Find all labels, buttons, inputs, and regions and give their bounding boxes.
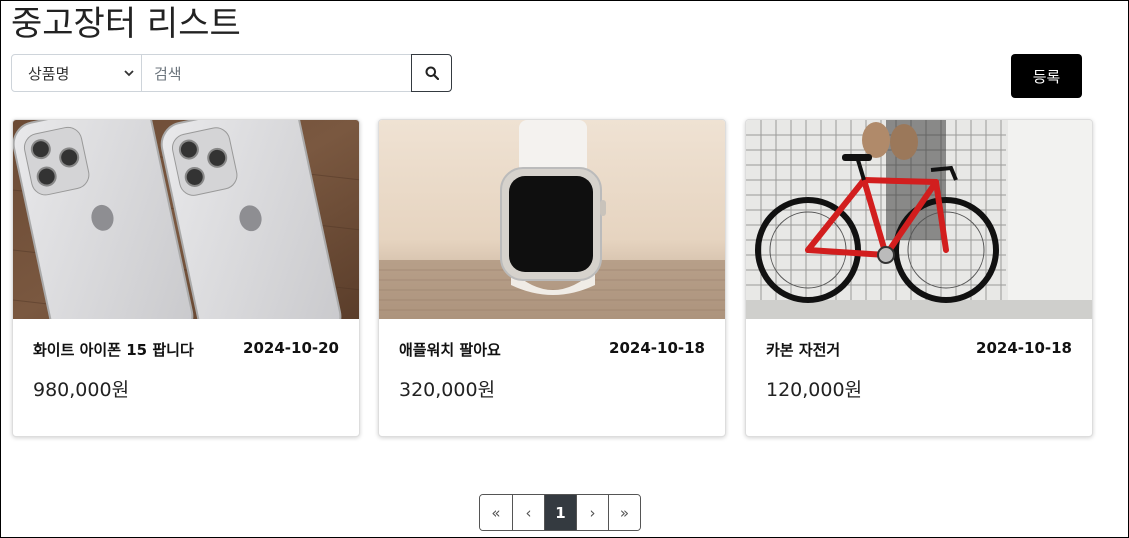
- search-input[interactable]: 검색: [142, 54, 412, 92]
- product-name: 애플워치 팔아요: [399, 341, 501, 359]
- pagination: « ‹ 1 › »: [479, 494, 641, 531]
- iphone-photo: [13, 120, 359, 319]
- search-placeholder: 검색: [154, 64, 182, 83]
- page-prev-button[interactable]: ‹: [512, 495, 544, 530]
- product-card-body: 카본 자전거 2024-10-18 120,000원: [746, 319, 1092, 436]
- page-next-button[interactable]: ›: [576, 495, 608, 530]
- product-image-bicycle[interactable]: [746, 120, 1092, 319]
- product-card[interactable]: 애플워치 팔아요 2024-10-18 320,000원: [378, 119, 726, 437]
- page-first-button[interactable]: «: [480, 495, 512, 530]
- page-current-button[interactable]: 1: [544, 495, 576, 530]
- product-card-body: 애플워치 팔아요 2024-10-18 320,000원: [379, 319, 725, 436]
- product-image-watch[interactable]: [379, 120, 725, 319]
- product-date: 2024-10-18: [976, 339, 1072, 357]
- search-category-value: 상품명: [28, 64, 70, 83]
- register-button[interactable]: 등록: [1011, 54, 1082, 98]
- product-price: 980,000원: [33, 379, 130, 401]
- product-name: 화이트 아이폰 15 팝니다: [33, 341, 194, 359]
- product-price: 320,000원: [399, 379, 496, 401]
- page-title: 중고장터 리스트: [11, 4, 241, 44]
- apple-watch-photo: [379, 120, 725, 319]
- product-name: 카본 자전거: [766, 341, 841, 359]
- product-date: 2024-10-20: [243, 339, 339, 357]
- product-card[interactable]: 카본 자전거 2024-10-18 120,000원: [745, 119, 1093, 437]
- bicycle-photo: [746, 120, 1092, 319]
- search-category-select[interactable]: 상품명: [11, 54, 142, 92]
- product-date: 2024-10-18: [609, 339, 705, 357]
- search-icon: [425, 66, 439, 80]
- search-button[interactable]: [411, 54, 452, 92]
- product-image-iphone[interactable]: [13, 120, 359, 319]
- search-bar: 상품명 검색: [11, 54, 452, 92]
- product-card[interactable]: 화이트 아이폰 15 팝니다 2024-10-20 980,000원: [12, 119, 360, 437]
- product-price: 120,000원: [766, 379, 863, 401]
- chevron-down-icon: [124, 70, 134, 77]
- product-card-body: 화이트 아이폰 15 팝니다 2024-10-20 980,000원: [13, 319, 359, 436]
- page-last-button[interactable]: »: [608, 495, 640, 530]
